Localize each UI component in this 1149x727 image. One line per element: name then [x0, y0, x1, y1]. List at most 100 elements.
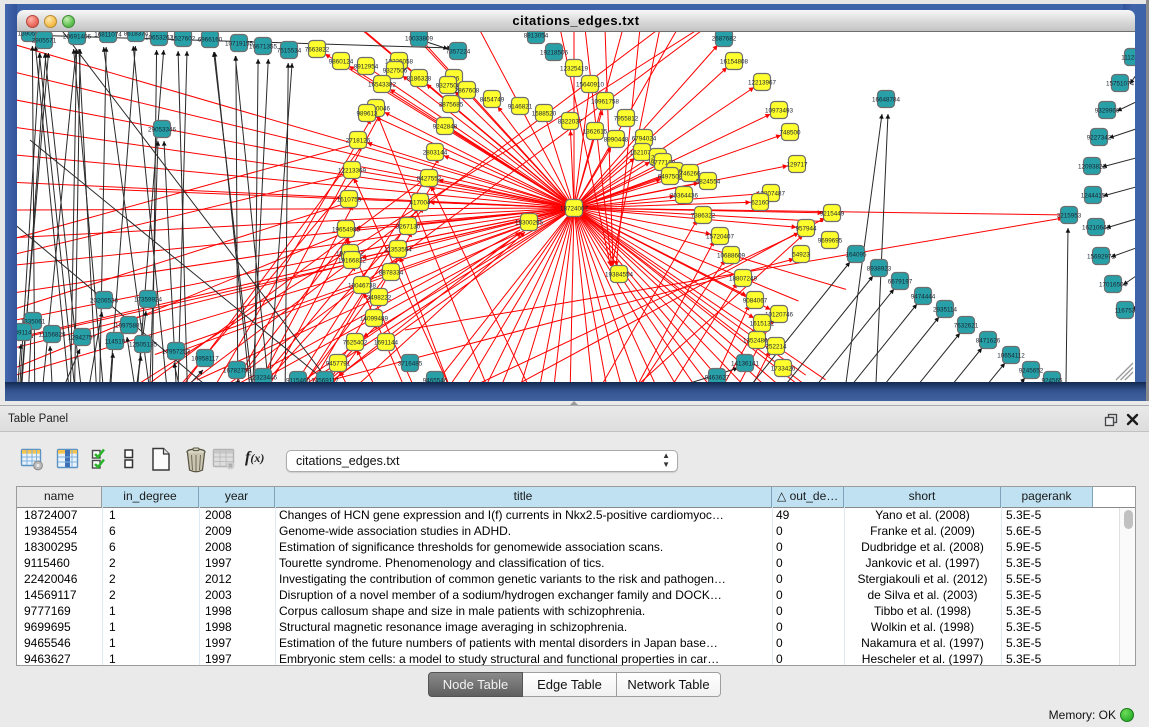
svg-text:9457791: 9457791 — [326, 361, 351, 368]
svg-text:2905571: 2905571 — [32, 38, 57, 45]
svg-text:9084067: 9084067 — [743, 298, 768, 305]
svg-text:10975887: 10975887 — [115, 323, 144, 330]
svg-text:18807249: 18807249 — [729, 276, 758, 283]
svg-text:2687682: 2687682 — [712, 36, 737, 43]
svg-text:9463627: 9463627 — [705, 375, 730, 382]
svg-text:9146821: 9146821 — [508, 104, 533, 111]
svg-text:417004: 417004 — [409, 200, 431, 207]
svg-text:14136141: 14136141 — [731, 361, 760, 368]
svg-text:989613: 989613 — [356, 111, 378, 118]
svg-text:1527602: 1527602 — [171, 36, 196, 43]
svg-text:16543382: 16543382 — [368, 82, 397, 89]
svg-text:10653267: 10653267 — [145, 35, 174, 42]
svg-text:18300295: 18300295 — [515, 220, 544, 227]
svg-text:748500: 748500 — [779, 130, 801, 137]
svg-text:9327506: 9327506 — [383, 68, 408, 75]
svg-text:1362615: 1362615 — [583, 129, 608, 136]
svg-text:7955812: 7955812 — [614, 116, 639, 123]
svg-text:14569117: 14569117 — [311, 378, 339, 382]
svg-text:8186328: 8186328 — [407, 76, 432, 83]
svg-text:16210643: 16210643 — [1082, 225, 1111, 232]
svg-text:1112340: 1112340 — [1121, 55, 1135, 62]
svg-text:18724007: 18724007 — [560, 206, 589, 213]
svg-text:62160: 62160 — [751, 200, 769, 207]
svg-text:957944: 957944 — [795, 226, 817, 233]
svg-text:15640910: 15640910 — [576, 82, 605, 89]
svg-text:16811074: 16811074 — [94, 32, 122, 39]
svg-text:1588520: 1588520 — [532, 111, 557, 118]
svg-text:1691144: 1691144 — [374, 340, 399, 347]
svg-text:17359924: 17359924 — [134, 297, 163, 304]
svg-text:10973493: 10973493 — [765, 108, 794, 115]
svg-text:12093822: 12093822 — [1078, 164, 1107, 171]
svg-text:3875685: 3875685 — [439, 102, 464, 109]
svg-text:19166822: 19166822 — [338, 258, 367, 265]
svg-text:20206536: 20206536 — [90, 298, 119, 305]
svg-text:9465546: 9465546 — [423, 378, 448, 382]
svg-text:1610755: 1610755 — [337, 197, 362, 204]
svg-text:12942757: 12942757 — [68, 335, 97, 342]
svg-text:12325419: 12325419 — [560, 66, 589, 73]
svg-text:114519: 114519 — [105, 339, 126, 346]
svg-text:39114: 39114 — [17, 330, 32, 337]
svg-text:7515534: 7515534 — [277, 48, 302, 55]
svg-text:746266: 746266 — [679, 171, 701, 178]
svg-text:9860124: 9860124 — [329, 59, 354, 66]
svg-text:16154808: 16154808 — [720, 59, 749, 66]
svg-text:7632621: 7632621 — [954, 323, 979, 330]
svg-text:116753: 116753 — [1115, 308, 1135, 315]
svg-text:10958117: 10958117 — [191, 356, 219, 363]
svg-text:1615132: 1615132 — [750, 321, 775, 328]
svg-text:16648784: 16648784 — [872, 97, 901, 104]
svg-text:8813054: 8813054 — [524, 33, 549, 40]
svg-text:7357224: 7357224 — [446, 49, 471, 56]
svg-text:8912954: 8912954 — [354, 64, 379, 71]
svg-text:15692971: 15692971 — [1087, 254, 1116, 261]
svg-text:9329966: 9329966 — [1095, 108, 1120, 115]
svg-text:12213369: 12213369 — [338, 168, 367, 175]
svg-text:7386322: 7386322 — [691, 213, 716, 220]
svg-text:8938923: 8938923 — [867, 266, 892, 273]
svg-text:19384554: 19384554 — [605, 272, 634, 279]
svg-text:9215449: 9215449 — [820, 211, 845, 218]
svg-text:7625402: 7625402 — [343, 340, 368, 347]
svg-text:9245652: 9245652 — [1019, 368, 1044, 375]
svg-text:3824554: 3824554 — [696, 179, 721, 186]
svg-text:6679197: 6679197 — [888, 279, 913, 286]
svg-text:15720407: 15720407 — [706, 234, 735, 241]
svg-text:8454749: 8454749 — [480, 97, 505, 104]
svg-text:3215953: 3215953 — [1057, 213, 1082, 220]
svg-text:924565: 924565 — [1041, 378, 1063, 382]
svg-text:12323446: 12323446 — [249, 375, 278, 382]
svg-text:19218506: 19218506 — [540, 50, 569, 57]
svg-text:17016504: 17016504 — [1099, 282, 1128, 289]
svg-text:1733426: 1733426 — [771, 366, 796, 373]
svg-text:9699695: 9699695 — [818, 238, 843, 245]
svg-text:10033809: 10033809 — [405, 36, 434, 43]
svg-text:8878334: 8878334 — [379, 270, 404, 277]
svg-text:54923: 54923 — [792, 252, 810, 259]
svg-text:16782759: 16782759 — [223, 368, 252, 375]
svg-text:2718126: 2718126 — [346, 138, 371, 145]
svg-text:20364436: 20364436 — [670, 193, 699, 200]
svg-text:20691406: 20691406 — [63, 34, 92, 41]
svg-text:6966160: 6966160 — [198, 37, 223, 44]
svg-text:6794024: 6794024 — [632, 136, 657, 143]
svg-text:9115460: 9115460 — [286, 378, 311, 382]
svg-text:10961758: 10961758 — [591, 99, 620, 106]
svg-text:129717: 129717 — [786, 162, 808, 169]
svg-text:8427552: 8427552 — [417, 176, 442, 183]
svg-text:2803144: 2803144 — [423, 150, 448, 157]
svg-text:12213967: 12213967 — [748, 80, 777, 87]
svg-text:9474444: 9474444 — [911, 294, 936, 301]
svg-text:7663822: 7663822 — [305, 47, 330, 54]
svg-text:29053346: 29053346 — [148, 127, 177, 134]
svg-text:3716485: 3716485 — [398, 361, 423, 368]
svg-text:16671355: 16671355 — [249, 44, 278, 51]
svg-text:8322037: 8322037 — [558, 119, 583, 126]
svg-text:10654112: 10654112 — [997, 353, 1025, 360]
svg-text:164095: 164095 — [845, 252, 867, 259]
svg-text:12505135: 12505135 — [129, 342, 158, 349]
svg-text:8471626: 8471626 — [976, 338, 1001, 345]
svg-text:15751074: 15751074 — [1106, 81, 1135, 88]
